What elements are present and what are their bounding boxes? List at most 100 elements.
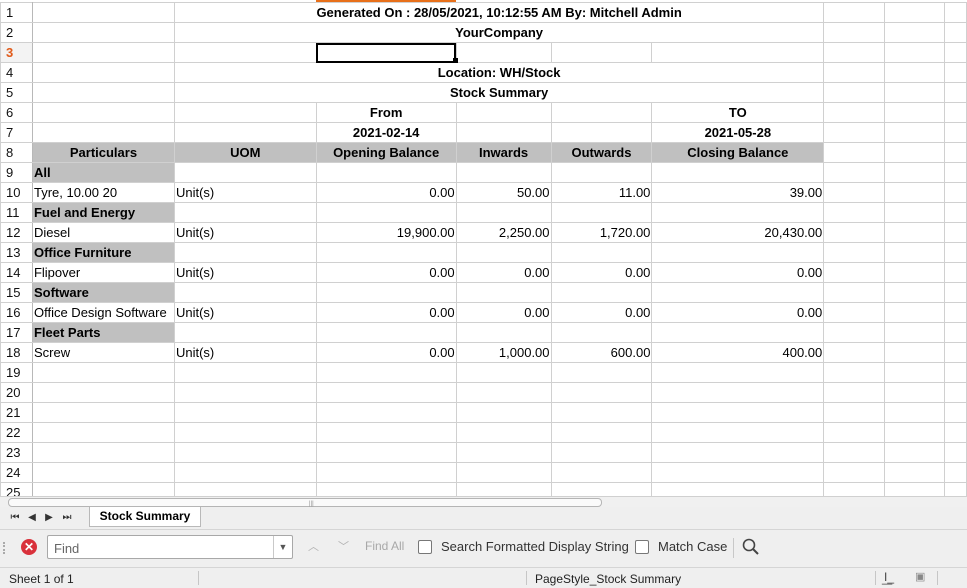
cell[interactable] xyxy=(31,482,175,496)
cell[interactable] xyxy=(455,282,552,303)
cell[interactable] xyxy=(823,242,886,263)
product-name-cell[interactable]: Flipover xyxy=(31,262,175,283)
amount-cell[interactable]: 400.00 xyxy=(651,342,825,363)
cell[interactable] xyxy=(315,482,457,496)
cell[interactable] xyxy=(884,122,945,143)
row-header[interactable]: 8 xyxy=(0,142,33,163)
cell[interactable] xyxy=(884,162,945,183)
column-header[interactable]: Particulars xyxy=(31,142,175,163)
first-sheet-icon[interactable]: ⏮ xyxy=(8,510,22,526)
row-header[interactable]: 15 xyxy=(0,282,33,303)
find-all-button[interactable]: Find All xyxy=(365,539,404,553)
cell[interactable] xyxy=(173,102,317,123)
cell[interactable] xyxy=(31,442,175,463)
cell[interactable] xyxy=(651,162,825,183)
amount-cell[interactable]: 0.00 xyxy=(315,302,457,323)
cell[interactable] xyxy=(315,242,457,263)
cell[interactable] xyxy=(455,242,552,263)
cell[interactable] xyxy=(823,282,886,303)
amount-cell[interactable]: 0.00 xyxy=(315,342,457,363)
row-header[interactable]: 9 xyxy=(0,162,33,183)
cell[interactable] xyxy=(651,322,825,343)
next-sheet-icon[interactable]: ▶ xyxy=(42,510,56,526)
cell[interactable] xyxy=(884,2,945,23)
amount-cell[interactable]: 19,900.00 xyxy=(315,222,457,243)
cell[interactable] xyxy=(943,162,967,183)
cell[interactable] xyxy=(943,382,967,403)
row-header[interactable]: 4 xyxy=(0,62,33,83)
cell[interactable] xyxy=(550,42,653,63)
selection-fill-handle[interactable] xyxy=(453,58,458,63)
row-header[interactable]: 20 xyxy=(0,382,33,403)
cell[interactable] xyxy=(455,422,552,443)
cell[interactable] xyxy=(823,262,886,283)
row-header[interactable]: 17 xyxy=(0,322,33,343)
category-cell[interactable]: Office Furniture xyxy=(31,242,175,263)
cell[interactable] xyxy=(884,42,945,63)
insert-mode-icon[interactable]: I͟_ xyxy=(884,570,894,584)
cell[interactable] xyxy=(823,2,886,23)
cell[interactable] xyxy=(884,282,945,303)
tab-stock-summary[interactable]: Stock Summary xyxy=(89,507,201,527)
cell[interactable] xyxy=(884,62,945,83)
cell[interactable] xyxy=(943,262,967,283)
report-title-cell[interactable]: Generated On : 28/05/2021, 10:12:55 AM B… xyxy=(173,2,825,23)
cell[interactable] xyxy=(455,462,552,483)
cell[interactable] xyxy=(943,202,967,223)
chevron-down-icon[interactable]: ▼ xyxy=(273,536,292,558)
report-title-cell[interactable]: Stock Summary xyxy=(173,82,825,103)
from-cell[interactable]: From xyxy=(315,102,457,123)
column-header[interactable]: Outwards xyxy=(550,142,653,163)
cell[interactable] xyxy=(550,202,653,223)
cell[interactable] xyxy=(884,362,945,383)
close-icon[interactable]: ✕ xyxy=(21,539,37,555)
cell[interactable] xyxy=(943,422,967,443)
cell[interactable] xyxy=(651,42,825,63)
cell[interactable] xyxy=(31,362,175,383)
find-next-icon[interactable]: ﹀ xyxy=(338,538,349,554)
previous-sheet-icon[interactable]: ◀ xyxy=(25,510,39,526)
horizontal-scrollbar[interactable]: ||| xyxy=(0,496,967,507)
find-replace-icon[interactable] xyxy=(741,537,761,557)
row-header[interactable]: 2 xyxy=(0,22,33,43)
cell[interactable] xyxy=(823,482,886,496)
cell[interactable] xyxy=(823,302,886,323)
cell[interactable] xyxy=(315,162,457,183)
column-header[interactable]: Opening Balance xyxy=(315,142,457,163)
report-title-cell[interactable]: Location: WH/Stock xyxy=(173,62,825,83)
amount-cell[interactable]: 1,000.00 xyxy=(455,342,552,363)
cell[interactable] xyxy=(943,402,967,423)
cell[interactable] xyxy=(943,242,967,263)
cell[interactable] xyxy=(943,362,967,383)
cell[interactable] xyxy=(315,322,457,343)
row-header[interactable]: 24 xyxy=(0,462,33,483)
row-header[interactable]: 13 xyxy=(0,242,33,263)
cell[interactable] xyxy=(455,122,552,143)
amount-cell[interactable]: 0.00 xyxy=(550,302,653,323)
cell[interactable] xyxy=(173,162,317,183)
product-name-cell[interactable]: Office Design Software xyxy=(31,302,175,323)
cell[interactable] xyxy=(823,22,886,43)
cell[interactable] xyxy=(884,222,945,243)
cell[interactable] xyxy=(943,282,967,303)
cell[interactable] xyxy=(651,282,825,303)
cell[interactable] xyxy=(550,242,653,263)
row-header[interactable]: 11 xyxy=(0,202,33,223)
cell[interactable] xyxy=(823,162,886,183)
cell[interactable] xyxy=(884,462,945,483)
cell[interactable] xyxy=(315,402,457,423)
category-cell[interactable]: Fleet Parts xyxy=(31,322,175,343)
cell[interactable] xyxy=(173,42,317,63)
cell[interactable] xyxy=(31,102,175,123)
cell[interactable] xyxy=(455,382,552,403)
cell[interactable] xyxy=(884,102,945,123)
row-header[interactable]: 10 xyxy=(0,182,33,203)
cell[interactable] xyxy=(550,102,653,123)
cell[interactable] xyxy=(943,462,967,483)
cell[interactable] xyxy=(823,142,886,163)
cell[interactable] xyxy=(31,422,175,443)
cell[interactable] xyxy=(884,322,945,343)
cell[interactable] xyxy=(31,62,175,83)
uom-cell[interactable]: Unit(s) xyxy=(173,262,317,283)
category-cell[interactable]: Software xyxy=(31,282,175,303)
